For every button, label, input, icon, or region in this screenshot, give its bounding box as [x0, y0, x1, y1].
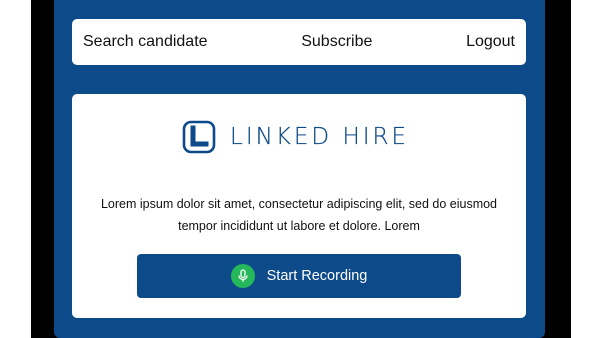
recording-card: LINKED HIRE Lorem ipsum dolor sit amet, … — [72, 94, 526, 318]
linked-hire-logo-icon — [182, 120, 216, 154]
brand-name: LINKED HIRE — [230, 124, 410, 150]
nav-subscribe-link[interactable]: Subscribe — [301, 33, 372, 51]
microphone-icon — [230, 264, 255, 288]
nav-logout-link[interactable]: Logout — [466, 33, 515, 51]
brand-logo: LINKED HIRE — [182, 119, 422, 155]
card-description: Lorem ipsum dolor sit amet, consectetur … — [100, 197, 498, 233]
top-navbar: Search candidate Subscribe Logout — [72, 19, 526, 65]
start-recording-button[interactable]: Start Recording — [137, 254, 461, 298]
nav-search-candidate-link[interactable]: Search candidate — [83, 33, 208, 51]
start-recording-label: Start Recording — [266, 268, 368, 284]
